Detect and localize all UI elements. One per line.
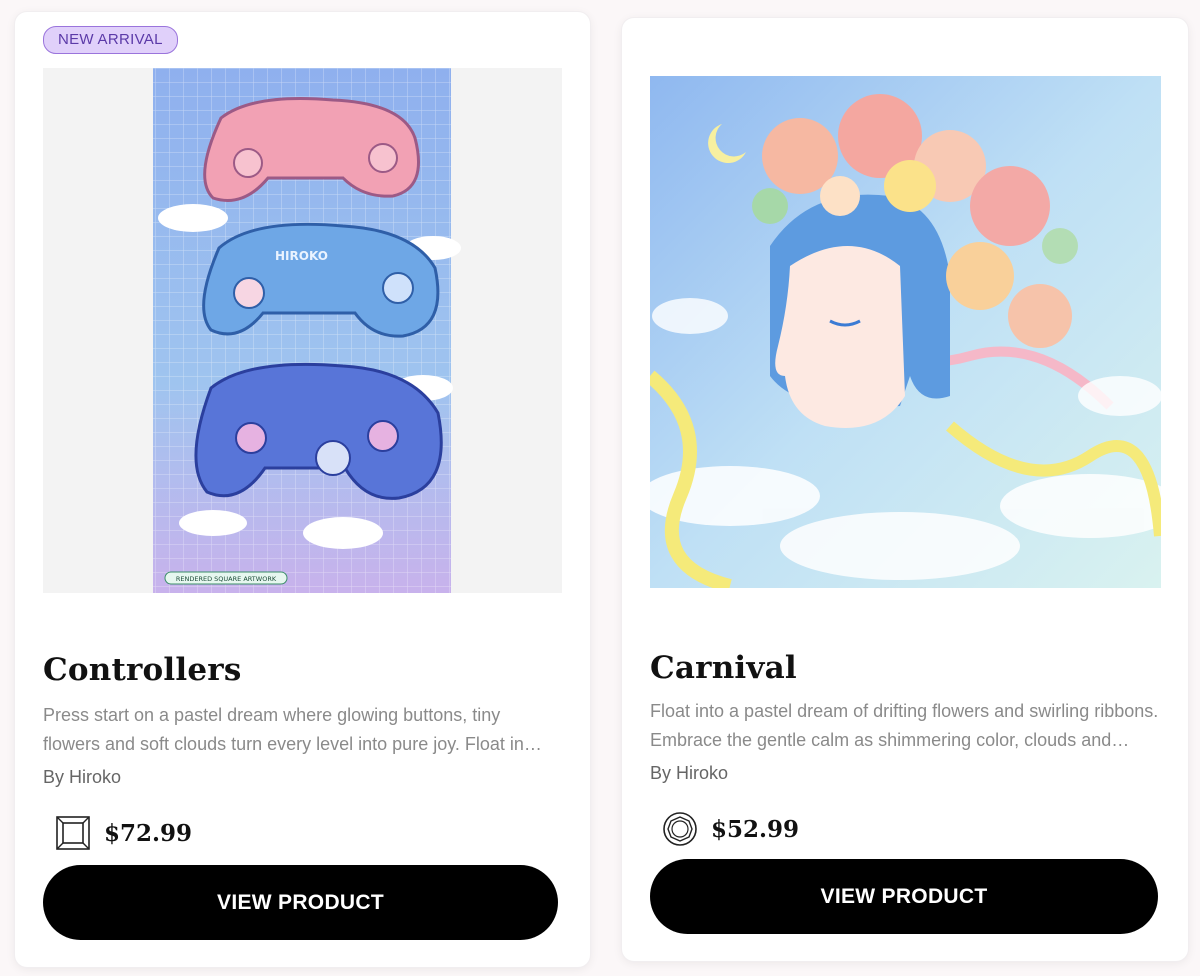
product-image-controllers[interactable]: HIROKO RENDERED SQUARE ARTWORK xyxy=(43,68,562,593)
artwork-caption: RENDERED SQUARE ARTWORK xyxy=(176,575,277,583)
product-card-controllers[interactable]: NEW ARRIVAL HIROKO RENDERED SQUARE ARTWO… xyxy=(15,12,590,967)
view-product-button[interactable]: VIEW PRODUCT xyxy=(650,859,1158,934)
product-card-carnival[interactable]: Carnival Float into a pastel dream of dr… xyxy=(622,18,1188,961)
product-image-carnival[interactable] xyxy=(650,76,1161,588)
round-frame-icon xyxy=(663,812,697,846)
product-price: $52.99 xyxy=(711,815,800,843)
price-row: $72.99 xyxy=(55,815,192,851)
product-author: By Hiroko xyxy=(650,763,729,783)
price-row: $52.99 xyxy=(662,811,799,847)
new-arrival-badge: NEW ARRIVAL xyxy=(43,26,178,54)
product-title[interactable]: Carnival xyxy=(650,650,797,686)
product-description: Press start on a pastel dream where glow… xyxy=(43,705,539,754)
svg-text:HIROKO: HIROKO xyxy=(275,249,328,263)
square-frame-icon xyxy=(56,816,90,850)
product-price: $72.99 xyxy=(104,819,193,847)
view-product-button[interactable]: VIEW PRODUCT xyxy=(43,865,558,940)
product-author: By Hiroko xyxy=(43,767,122,787)
product-title[interactable]: Controllers xyxy=(43,652,241,688)
product-description: Float into a pastel dream of drifting fl… xyxy=(650,701,1159,750)
